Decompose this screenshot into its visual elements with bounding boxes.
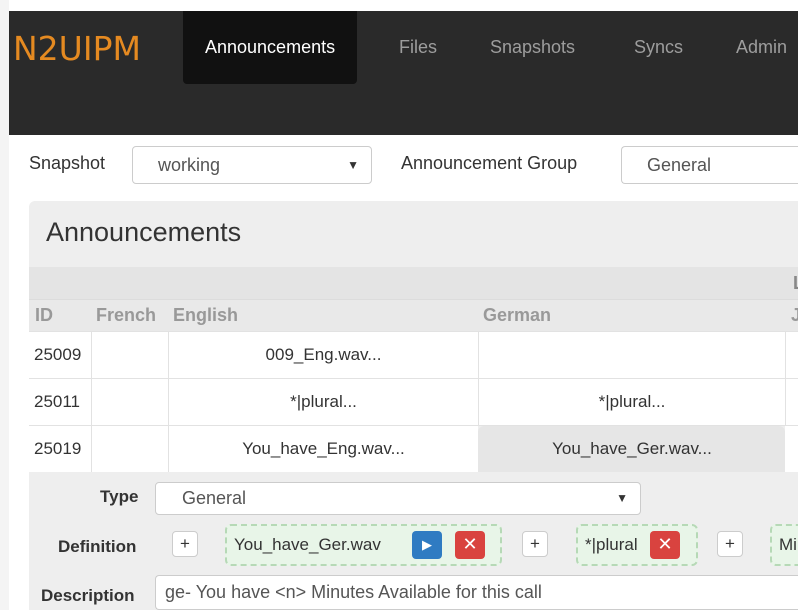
description-input[interactable]: ge- You have <n> Minutes Available for t…: [155, 575, 798, 610]
nav-files[interactable]: Files: [377, 11, 459, 84]
column-header-partial[interactable]: J: [791, 305, 798, 326]
snapshot-select-value: working: [158, 155, 221, 175]
brand-logo[interactable]: N2UIPM: [13, 29, 141, 68]
delete-icon[interactable]: ✕: [455, 531, 485, 559]
description-label: Description: [41, 586, 135, 605]
snapshot-label: Snapshot: [29, 153, 106, 173]
top-navbar: N2UIPM Announcements Files Snapshots Syn…: [9, 11, 798, 135]
cell-english[interactable]: *|plural...: [169, 379, 478, 425]
snapshot-select[interactable]: working ▼: [132, 146, 372, 184]
segment-chip-label: Mi: [779, 535, 797, 554]
segment-chip-label: *|plural: [585, 535, 638, 554]
column-header-french[interactable]: French: [96, 305, 156, 326]
cell-german[interactable]: [479, 332, 785, 378]
add-segment-button[interactable]: +: [172, 531, 198, 557]
cell-id: 25019: [34, 439, 82, 458]
type-select[interactable]: General ▼: [155, 482, 641, 515]
add-segment-button[interactable]: +: [522, 531, 548, 557]
nav-snapshots[interactable]: Snapshots: [468, 11, 597, 84]
table-row[interactable]: 25011 *|plural... *|plural...: [29, 378, 798, 425]
column-header-id[interactable]: ID: [35, 305, 53, 326]
header-partial-label: L: [793, 273, 798, 294]
table-header: ID French English German J: [29, 299, 798, 332]
announcement-group-value: General: [647, 155, 712, 175]
nav-announcements[interactable]: Announcements: [183, 11, 358, 84]
cell-french[interactable]: [92, 426, 168, 472]
segment-chip[interactable]: Mi: [770, 524, 798, 566]
cell-english[interactable]: 009_Eng.wav...: [169, 332, 478, 378]
nav-syncs[interactable]: Syncs: [612, 11, 705, 84]
window-top-margin: [0, 0, 798, 11]
nav-admin[interactable]: Admin: [714, 11, 798, 84]
cell-french[interactable]: [92, 332, 168, 378]
segment-chip-label: You_have_Ger.wav: [234, 535, 381, 554]
announcement-group-select[interactable]: General: [621, 146, 798, 184]
definition-label: Definition: [58, 537, 137, 556]
delete-icon[interactable]: ✕: [650, 531, 680, 559]
cell-id: 25009: [34, 345, 82, 364]
table-header-top: L: [29, 267, 798, 299]
play-icon[interactable]: ▶: [412, 531, 442, 559]
filter-bar: Snapshot working ▼ Announcement Group Ge…: [9, 135, 798, 201]
window-left-margin: [0, 0, 9, 610]
cell-french[interactable]: [92, 379, 168, 425]
table-row-selected[interactable]: 25019 You_have_Eng.wav... You_have_Ger.w…: [29, 425, 798, 472]
add-segment-button[interactable]: +: [717, 531, 743, 557]
announcement-editor: Type General ▼ Definition + You_have_Ger…: [29, 476, 798, 610]
cell-german[interactable]: *|plural...: [479, 379, 785, 425]
announcements-panel: Announcements L ID French English German…: [29, 201, 798, 610]
cell-german-selected[interactable]: You_have_Ger.wav...: [479, 426, 785, 472]
cell-english[interactable]: You_have_Eng.wav...: [169, 426, 478, 472]
announcement-group-label: Announcement Group: [401, 153, 578, 173]
chevron-down-icon: ▼: [347, 158, 359, 172]
type-select-value: General: [182, 488, 247, 508]
column-header-english[interactable]: English: [173, 305, 238, 326]
type-label: Type: [100, 487, 139, 506]
column-header-german[interactable]: German: [483, 305, 551, 326]
table-row[interactable]: 25009 009_Eng.wav...: [29, 331, 798, 378]
cell-id: 25011: [34, 392, 81, 411]
chevron-down-icon: ▼: [616, 491, 628, 505]
panel-title: Announcements: [46, 217, 242, 247]
